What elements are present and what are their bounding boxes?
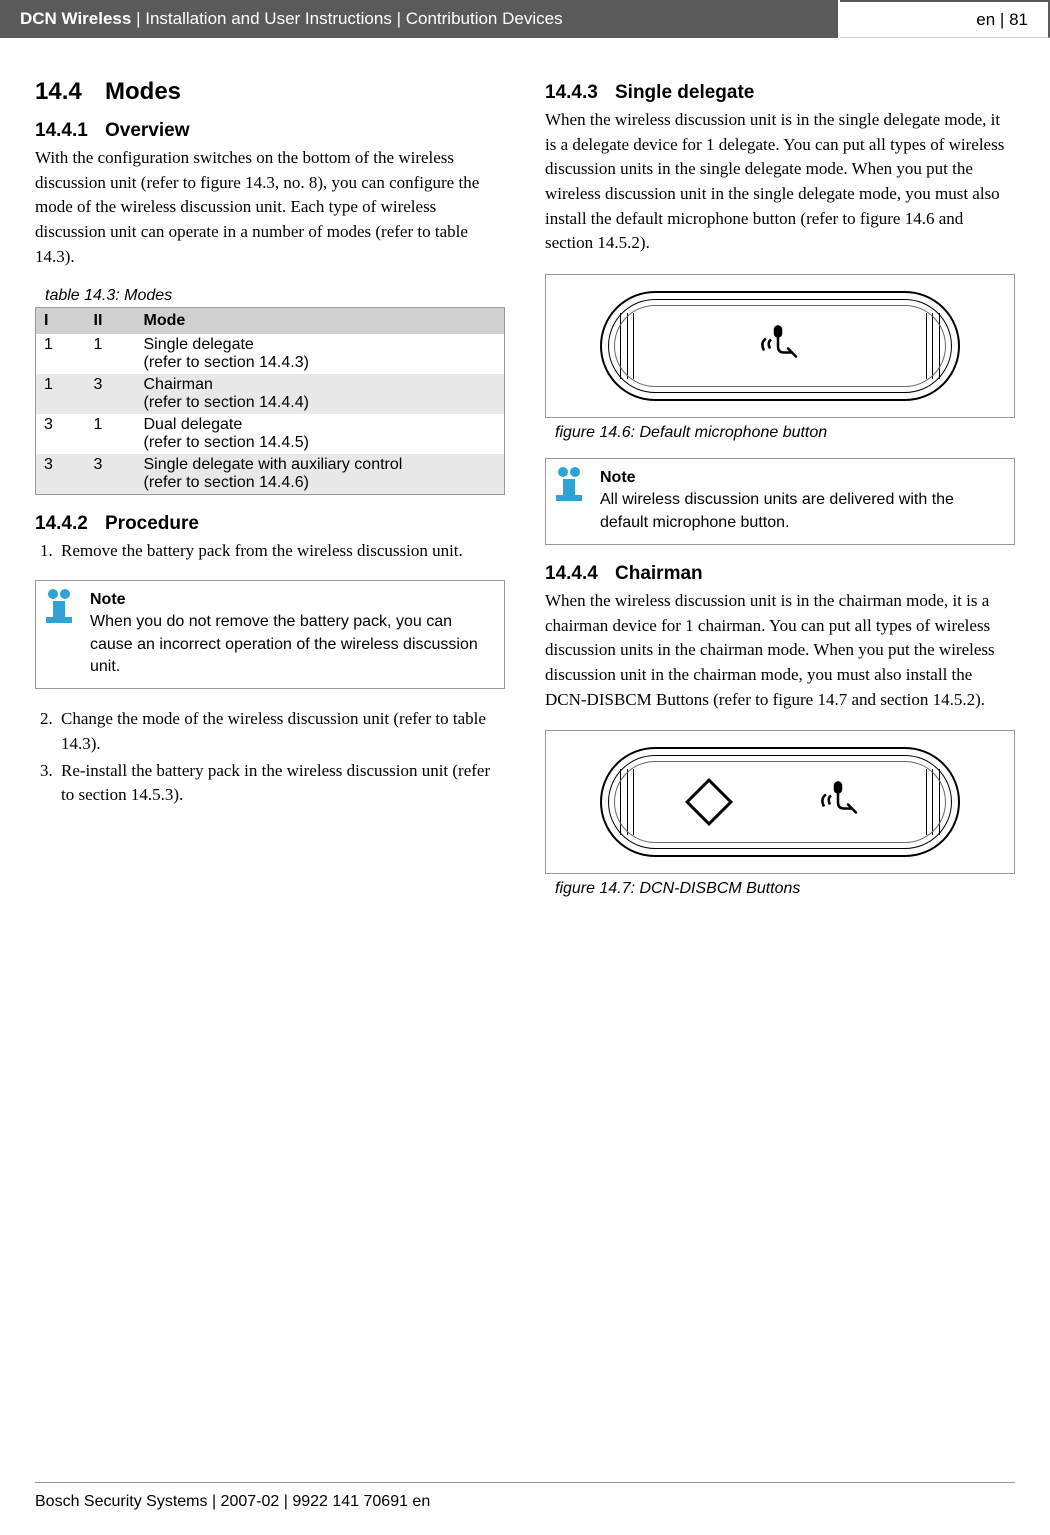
figure-caption-14-7: figure 14.7: DCN-DISBCM Buttons xyxy=(555,880,1015,898)
left-column: 14.4Modes 14.4.1Overview With the config… xyxy=(35,78,505,912)
header-trail: Installation and User Instructions xyxy=(145,9,392,28)
procedure-list: Remove the battery pack from the wireles… xyxy=(35,539,505,564)
paragraph-overview: With the configuration switches on the b… xyxy=(35,146,505,269)
list-item: Re-install the battery pack in the wirel… xyxy=(57,759,505,808)
note-body: When you do not remove the battery pack,… xyxy=(90,611,494,678)
mic-icon xyxy=(818,777,862,828)
table-row: 1 1 Single delegate(refer to section 14.… xyxy=(36,334,505,374)
figure-14-6 xyxy=(545,274,1015,418)
mic-icon xyxy=(758,320,802,371)
heading-14-4-3: 14.4.3Single delegate xyxy=(545,82,1015,104)
header-product: DCN Wireless xyxy=(20,9,131,28)
note-title: Note xyxy=(600,467,1004,489)
note-title: Note xyxy=(90,589,494,611)
header-page: en | 81 xyxy=(840,0,1050,38)
note-default-button: Note All wireless discussion units are d… xyxy=(545,458,1015,545)
note-body: All wireless discussion units are delive… xyxy=(600,489,1004,534)
heading-14-4-1: 14.4.1Overview xyxy=(35,120,505,142)
table-row: 3 3 Single delegate with auxiliary contr… xyxy=(36,454,505,495)
table-caption-14-3: table 14.3: Modes xyxy=(45,287,505,305)
disbcm-buttons-graphic xyxy=(600,747,960,857)
priority-icon xyxy=(685,778,733,826)
list-item: Change the mode of the wireless discussi… xyxy=(57,707,505,756)
figure-caption-14-6: figure 14.6: Default microphone button xyxy=(555,424,1015,442)
note-battery: Note When you do not remove the battery … xyxy=(35,580,505,690)
paragraph-single-delegate: When the wireless discussion unit is in … xyxy=(545,108,1015,256)
header-section: Contribution Devices xyxy=(406,9,563,28)
info-icon xyxy=(44,589,74,623)
page-footer: Bosch Security Systems | 2007-02 | 9922 … xyxy=(35,1482,1015,1511)
heading-14-4-2: 14.4.2Procedure xyxy=(35,513,505,535)
table-modes: I II Mode 1 1 Single delegate(refer to s… xyxy=(35,307,505,495)
table-row: 3 1 Dual delegate(refer to section 14.4.… xyxy=(36,414,505,454)
default-mic-button-graphic xyxy=(600,291,960,401)
procedure-list-cont: Change the mode of the wireless discussi… xyxy=(35,707,505,808)
table-row: 1 3 Chairman(refer to section 14.4.4) xyxy=(36,374,505,414)
figure-14-7 xyxy=(545,730,1015,874)
info-icon xyxy=(554,467,584,501)
page-header: DCN Wireless | Installation and User Ins… xyxy=(0,0,1050,38)
header-breadcrumb: DCN Wireless | Installation and User Ins… xyxy=(0,0,840,38)
list-item: Remove the battery pack from the wireles… xyxy=(57,539,505,564)
paragraph-chairman: When the wireless discussion unit is in … xyxy=(545,589,1015,712)
right-column: 14.4.3Single delegate When the wireless … xyxy=(545,78,1015,912)
heading-14-4-4: 14.4.4Chairman xyxy=(545,563,1015,585)
heading-14-4: 14.4Modes xyxy=(35,78,505,106)
